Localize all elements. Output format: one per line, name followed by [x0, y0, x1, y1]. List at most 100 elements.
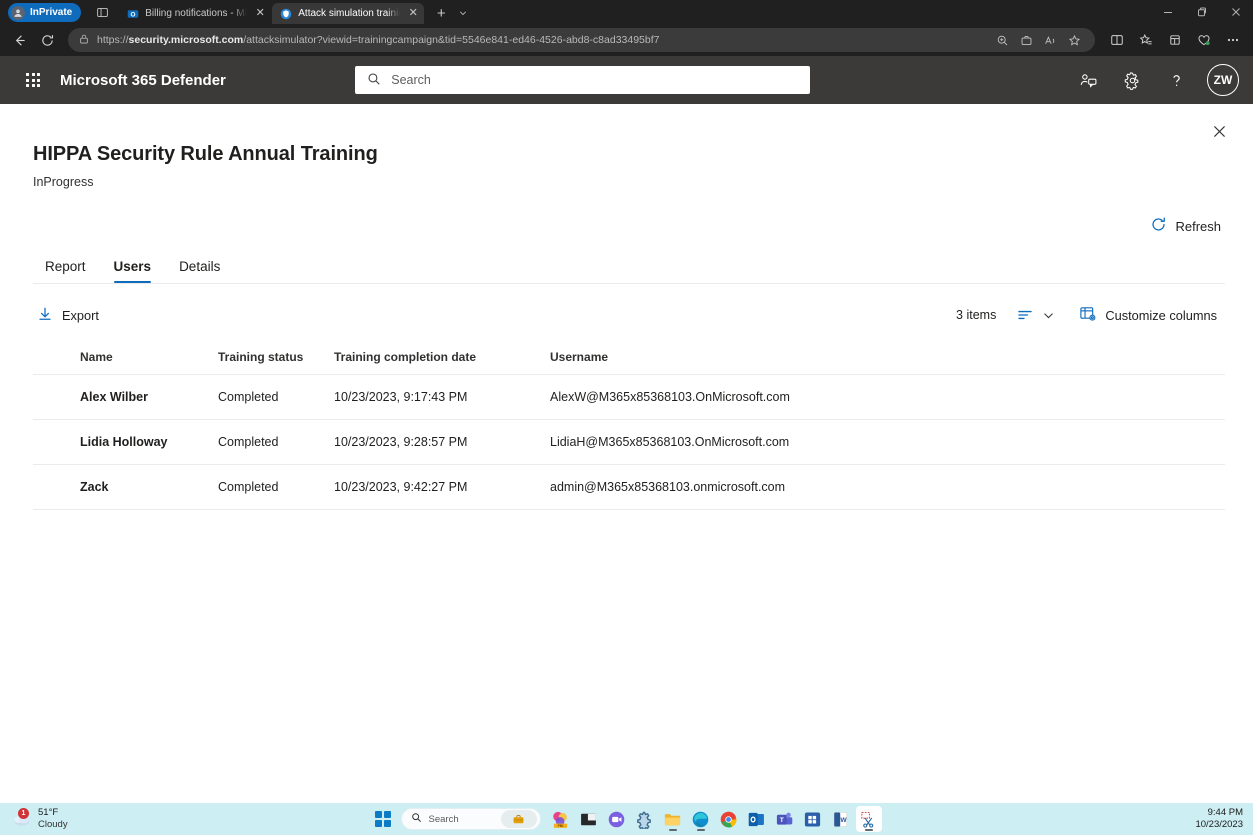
weather-condition: Cloudy — [38, 819, 68, 830]
cell-username: AlexW@M365x85368103.OnMicrosoft.com — [550, 374, 1225, 420]
search-icon — [367, 72, 381, 89]
row-select-cell[interactable] — [33, 464, 80, 510]
cell-date: 10/23/2023, 9:17:43 PM — [334, 374, 550, 420]
column-header-training-status[interactable]: Training status — [218, 344, 334, 375]
customize-columns-button[interactable]: Customize columns — [1071, 300, 1225, 330]
zoom-icon[interactable] — [991, 29, 1013, 51]
restore-button[interactable] — [1185, 0, 1219, 24]
close-icon[interactable]: ✕ — [406, 7, 420, 21]
refresh-label: Refresh — [1175, 218, 1221, 234]
items-count: 3 items — [956, 308, 997, 322]
app-launcher-icon[interactable] — [14, 61, 52, 99]
cell-name: Alex Wilber — [80, 374, 218, 420]
row-select-cell[interactable] — [33, 374, 80, 420]
edge-icon[interactable] — [688, 806, 714, 832]
taskbar-weather-widget[interactable]: 1 51°F Cloudy — [0, 807, 68, 831]
download-icon — [37, 306, 53, 325]
briefcase-icon[interactable] — [500, 810, 537, 828]
microsoft-store-icon[interactable] — [800, 806, 826, 832]
url-text: https://security.microsoft.com/attacksim… — [97, 34, 660, 46]
app-header: Microsoft 365 Defender Search ZW — [0, 56, 1253, 104]
svg-text:T: T — [780, 816, 784, 823]
chevron-down-icon[interactable] — [1038, 301, 1059, 329]
help-question-icon[interactable] — [1157, 60, 1197, 100]
table-row[interactable]: Alex Wilber Completed 10/23/2023, 9:17:4… — [33, 374, 1225, 420]
cell-status: Completed — [218, 374, 334, 420]
export-button[interactable]: Export — [33, 301, 107, 330]
minimize-button[interactable] — [1151, 0, 1185, 24]
refresh-button[interactable]: Refresh — [1146, 212, 1225, 240]
refresh-icon — [1150, 216, 1167, 236]
svg-text:O: O — [131, 11, 136, 18]
favorite-star-icon[interactable] — [1063, 29, 1085, 51]
app-search-box[interactable]: Search — [355, 66, 811, 94]
defender-app: Microsoft 365 Defender Search ZW HIPPA S… — [0, 56, 1253, 803]
cell-status: Completed — [218, 464, 334, 510]
power-bi-icon[interactable]: PBI — [548, 806, 574, 832]
column-header-username[interactable]: Username — [550, 344, 1225, 375]
teams-icon[interactable]: T — [772, 806, 798, 832]
refresh-row: Refresh — [33, 212, 1253, 240]
omnibox-actions — [991, 29, 1085, 51]
panel-close-button[interactable] — [1203, 115, 1235, 147]
file-explorer-icon[interactable] — [660, 806, 686, 832]
column-header-training-completion-date[interactable]: Training completion date — [334, 344, 550, 375]
command-bar: Export 3 items Customize columns — [33, 300, 1253, 330]
lock-icon — [78, 33, 90, 48]
cell-name: Lidia Holloway — [80, 419, 218, 465]
table-row[interactable]: Zack Completed 10/23/2023, 9:42:27 PM ad… — [33, 464, 1225, 510]
row-select-header — [33, 344, 80, 375]
settings-icon[interactable] — [632, 806, 658, 832]
tab-actions-icon[interactable] — [89, 2, 115, 23]
user-avatar[interactable]: ZW — [1206, 64, 1239, 96]
settings-more-icon[interactable] — [1219, 27, 1247, 53]
chevron-down-icon[interactable] — [453, 3, 473, 23]
refresh-icon[interactable] — [34, 27, 60, 53]
read-aloud-icon[interactable] — [1039, 29, 1061, 51]
video-call-icon[interactable] — [604, 806, 630, 832]
outlook-icon[interactable] — [744, 806, 770, 832]
sort-filter-icon[interactable] — [1012, 301, 1038, 329]
close-button[interactable] — [1219, 0, 1253, 24]
split-screen-icon[interactable] — [1103, 27, 1131, 53]
browser-tab-billing[interactable]: O Billing notifications - Microsoft 3 ✕ — [119, 3, 271, 24]
new-tab-button[interactable]: + — [431, 3, 451, 23]
chrome-icon[interactable] — [716, 806, 742, 832]
weather-temperature: 51°F — [38, 807, 59, 819]
back-icon[interactable] — [6, 27, 32, 53]
feedback-icon[interactable] — [1069, 60, 1109, 100]
favorites-icon[interactable] — [1132, 27, 1160, 53]
tab-users[interactable]: Users — [104, 252, 162, 283]
browser-essentials-icon[interactable] — [1190, 27, 1218, 53]
clock-date: 10/23/2023 — [1195, 819, 1243, 830]
users-table: Name Training status Training completion… — [33, 344, 1225, 510]
browser-tab-attack-simulation[interactable]: Attack simulation training - Micr ✕ — [272, 3, 425, 24]
address-bar[interactable]: https://security.microsoft.com/attacksim… — [68, 28, 1095, 52]
taskbar-search-box[interactable]: Search — [400, 808, 541, 830]
notification-badge: 1 — [18, 808, 29, 819]
taskbar-clock[interactable]: 9:44 PM 10/23/2023 — [1195, 807, 1243, 832]
inprivate-label: InPrivate — [30, 7, 73, 18]
word-icon[interactable]: W — [828, 806, 854, 832]
wallet-icon[interactable] — [1015, 29, 1037, 51]
taskbar-apps: PBI T W — [548, 806, 882, 832]
panel-tabs: Report Users Details — [33, 252, 1225, 284]
command-bar-right: 3 items Customize columns — [956, 300, 1225, 330]
cell-status: Completed — [218, 419, 334, 465]
windows-taskbar: 1 51°F Cloudy Search PBI T W 9:44 PM 10/… — [0, 803, 1253, 835]
app-search-placeholder: Search — [391, 73, 431, 87]
close-icon[interactable]: ✕ — [253, 7, 267, 21]
column-header-name[interactable]: Name — [80, 344, 218, 375]
snipping-tool-icon[interactable] — [855, 806, 882, 832]
collections-icon[interactable] — [1161, 27, 1189, 53]
start-button[interactable] — [372, 808, 394, 830]
row-select-cell[interactable] — [33, 419, 80, 465]
cell-username: LidiaH@M365x85368103.OnMicrosoft.com — [550, 419, 1225, 465]
inprivate-badge[interactable]: InPrivate — [8, 3, 82, 22]
settings-gear-icon[interactable] — [1113, 60, 1153, 100]
tab-details[interactable]: Details — [169, 252, 230, 283]
table-row[interactable]: Lidia Holloway Completed 10/23/2023, 9:2… — [33, 419, 1225, 465]
tab-report[interactable]: Report — [35, 252, 96, 283]
dark-app-icon[interactable] — [576, 806, 602, 832]
svg-text:W: W — [840, 816, 847, 823]
